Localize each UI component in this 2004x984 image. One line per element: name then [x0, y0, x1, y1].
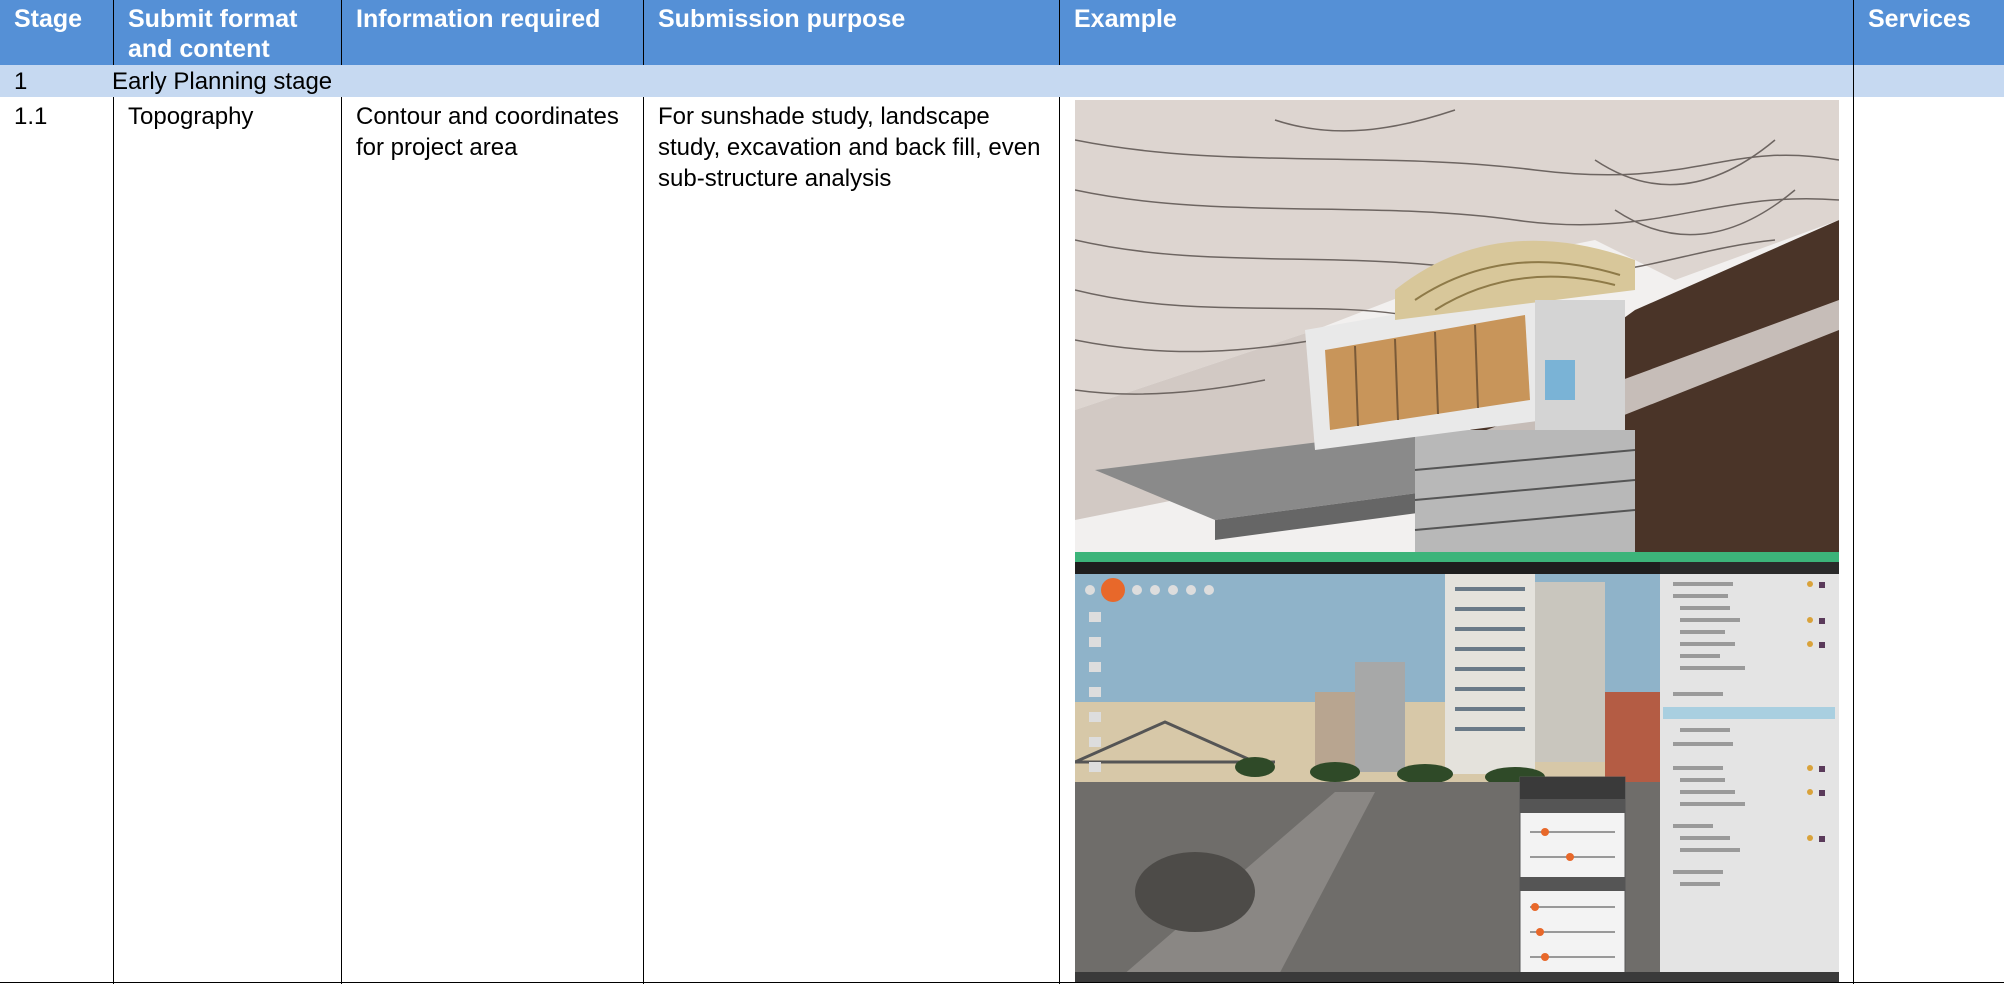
table-header-row: Stage Submit format and content Informat…: [0, 0, 2004, 65]
stage-title: Early Planning stage: [100, 65, 1854, 97]
infraworks-screenshot-image: [1075, 552, 1839, 982]
stage-row: 1 Early Planning stage: [0, 65, 2004, 97]
header-stage: Stage: [0, 0, 114, 65]
cell-stage: 1.1: [0, 97, 114, 984]
cell-information-required: Contour and coordinates for project area: [342, 97, 644, 984]
header-example: Example: [1060, 0, 1854, 65]
header-submit-format: Submit format and content: [114, 0, 342, 65]
header-information-required: Information required: [342, 0, 644, 65]
topography-model-image: [1075, 100, 1839, 552]
cell-submission-purpose: For sunshade study, landscape study, exc…: [644, 97, 1060, 984]
header-submission-purpose: Submission purpose: [644, 0, 1060, 65]
topography-model-illustration: [1075, 100, 1839, 552]
infraworks-city-illustration: [1075, 552, 1839, 982]
header-services: Services: [1868, 5, 1971, 33]
cell-services: [1854, 97, 2004, 984]
cell-submit-format: Topography: [114, 97, 342, 984]
stage-number: 1: [14, 68, 28, 95]
stage-services-cell: [1854, 65, 2004, 97]
